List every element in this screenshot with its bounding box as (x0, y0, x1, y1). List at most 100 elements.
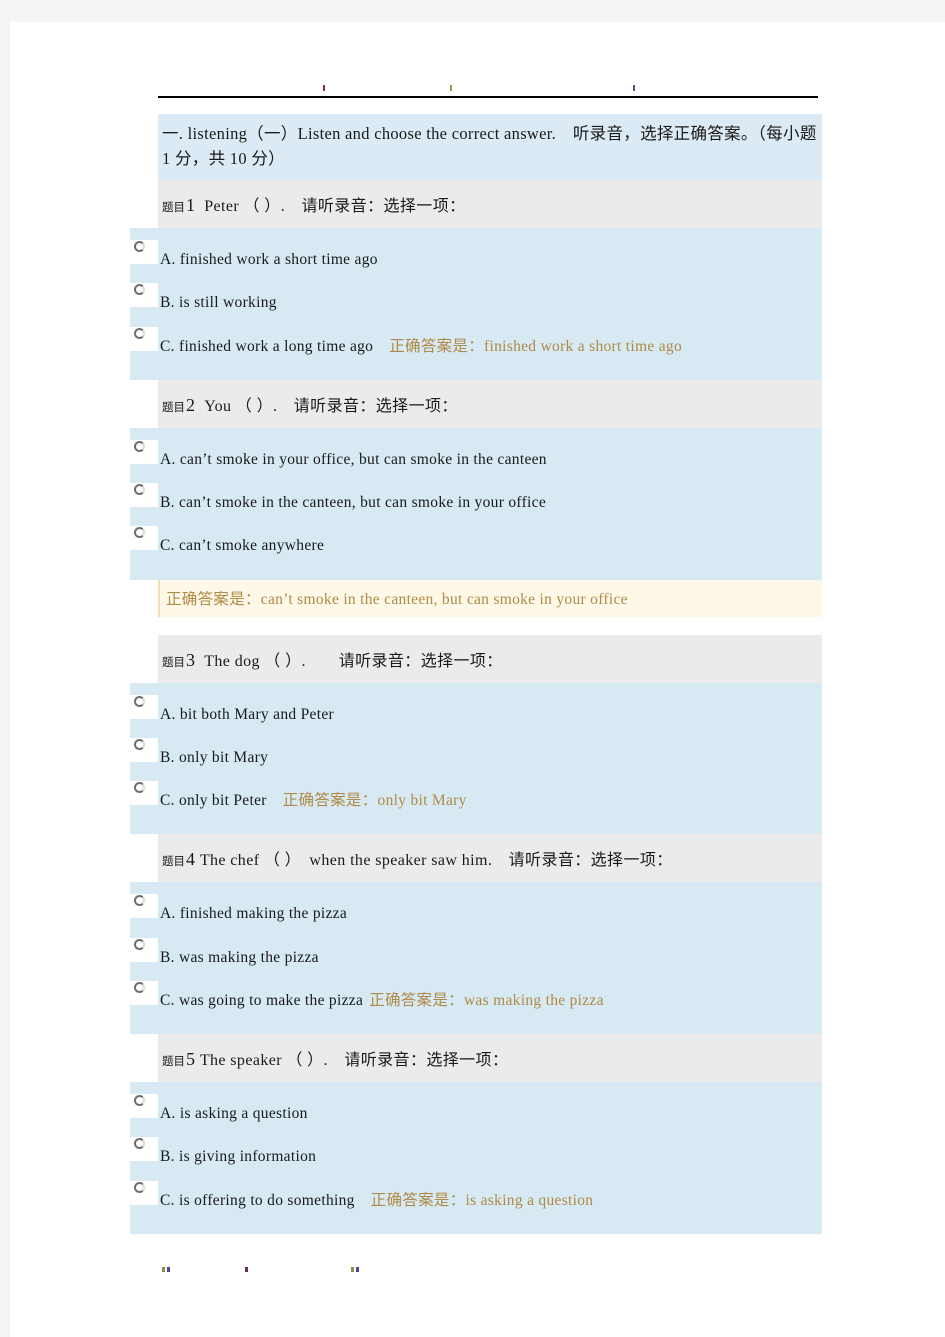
option-label: B. was making the pizza (160, 948, 319, 966)
radio-button[interactable] (130, 781, 158, 806)
question-header: 题目1 Peter （ ）. 请听录音：选择一项： (158, 180, 822, 229)
option-row[interactable]: A. is asking a question (130, 1092, 822, 1135)
radio-circle-icon (134, 981, 145, 993)
quiz-blocks: 一. listening（一）Listen and choose the cor… (115, 114, 925, 1234)
radio-circle-icon (134, 1095, 145, 1107)
question-number: 4 (186, 849, 196, 870)
option-row[interactable]: B. is giving information (130, 1135, 822, 1178)
scan-speck-icon (351, 1267, 354, 1272)
scan-speck-icon (245, 1267, 248, 1272)
document-content: 一. listening（一）Listen and choose the cor… (115, 72, 925, 1234)
option-group: A. can’t smoke in your office, but can s… (130, 427, 822, 580)
option-label: A. bit both Mary and Peter (160, 705, 334, 723)
radio-button[interactable] (130, 980, 158, 1005)
radio-circle-icon (134, 241, 145, 253)
option-row[interactable]: A. bit both Mary and Peter (130, 693, 822, 736)
radio-circle-icon (134, 284, 145, 296)
question-stem: The dog （ ）. 请听录音：选择一项： (204, 652, 503, 670)
option-row[interactable]: C. finished work a long time ago 正确答案是：fi… (130, 325, 822, 368)
option-label: C. was going to make the pizza (160, 991, 364, 1009)
question-label: 题目 (162, 856, 185, 869)
option-label: B. only bit Mary (160, 748, 269, 766)
radio-button[interactable] (130, 1094, 158, 1119)
option-row[interactable]: A. finished making the pizza (130, 892, 822, 935)
option-group: A. finished making the pizza B. was maki… (130, 882, 822, 1035)
question-header: 题目5 The speaker （ ）. 请听录音：选择一项： (158, 1034, 822, 1083)
question-stem: You （ ）. 请听录音：选择一项： (204, 397, 458, 415)
option-label: C. finished work a long time ago (160, 337, 374, 355)
option-group: A. bit both Mary and Peter B. only bit M… (130, 682, 822, 835)
correct-answer-note: 正确答案是：finished work a short time ago (389, 337, 682, 355)
question-number: 3 (186, 649, 196, 670)
radio-button[interactable] (130, 240, 158, 265)
question-label: 题目 (162, 401, 185, 414)
scan-speck-icon (356, 1267, 359, 1272)
option-label: C. is offering to do something (160, 1191, 355, 1209)
question-header: 题目4 The chef （ ） when the speaker saw hi… (158, 834, 822, 883)
option-label: B. is giving information (160, 1148, 317, 1166)
correct-answer-row: 正确答案是：can’t smoke in the canteen, but ca… (158, 579, 822, 617)
radio-circle-icon (134, 895, 145, 907)
option-row[interactable]: B. is still working (130, 281, 822, 324)
question-header: 题目2 You （ ）. 请听录音：选择一项： (158, 379, 822, 428)
option-row[interactable]: B. only bit Mary (130, 736, 822, 779)
correct-answer-note: 正确答案是：was making the pizza (369, 991, 604, 1009)
option-row[interactable]: C. was going to make the pizza 正确答案是：was … (130, 979, 822, 1022)
option-row[interactable]: A. finished work a short time ago (130, 238, 822, 281)
radio-button[interactable] (130, 737, 158, 762)
radio-circle-icon (134, 484, 145, 496)
radio-button[interactable] (130, 1180, 158, 1205)
option-group: A. is asking a question B. is giving inf… (130, 1082, 822, 1234)
scan-speck-icon (633, 85, 635, 91)
question-stem: Peter （ ）. 请听录音：选择一项： (204, 198, 466, 216)
radio-button[interactable] (130, 937, 158, 962)
radio-button[interactable] (130, 326, 158, 351)
option-label: C. can’t smoke anywhere (160, 537, 325, 555)
radio-circle-icon (134, 738, 145, 750)
radio-circle-icon (134, 1181, 145, 1193)
option-label: B. can’t smoke in the canteen, but can s… (160, 494, 547, 512)
question-label: 题目 (162, 1056, 185, 1069)
scan-speck-icon (323, 85, 325, 91)
correct-answer-note: 正确答案是：is asking a question (370, 1191, 594, 1209)
page-header-rule-area (158, 72, 818, 98)
question-header: 题目3 The dog （ ）. 请听录音：选择一项： (158, 634, 822, 683)
scan-speck-icon (167, 1267, 170, 1272)
radio-circle-icon (134, 440, 145, 452)
question-number: 5 (186, 1049, 196, 1070)
radio-circle-icon (134, 782, 145, 794)
correct-answer-note: 正确答案是：only bit Mary (282, 792, 467, 810)
option-row[interactable]: C. only bit Peter 正确答案是：only bit Mary (130, 779, 822, 822)
option-label: C. only bit Peter (160, 792, 267, 810)
radio-button[interactable] (130, 283, 158, 308)
question-stem: The speaker （ ）. 请听录音：选择一项： (199, 1052, 509, 1070)
document-page: 一. listening（一）Listen and choose the cor… (10, 22, 945, 1337)
option-label: B. is still working (160, 294, 277, 312)
section-title: 一. listening（一）Listen and choose the cor… (158, 114, 822, 181)
question-label: 题目 (162, 202, 185, 215)
option-row[interactable]: A. can’t smoke in your office, but can s… (130, 438, 822, 481)
header-divider (158, 96, 818, 98)
page-footer-artifacts (158, 1265, 359, 1275)
option-group: A. finished work a short time ago B. is … (130, 228, 822, 380)
option-row[interactable]: C. can’t smoke anywhere (130, 524, 822, 567)
radio-circle-icon (134, 327, 145, 339)
radio-button[interactable] (130, 439, 158, 464)
option-label: A. finished making the pizza (160, 905, 348, 923)
radio-circle-icon (134, 527, 145, 539)
option-label: A. finished work a short time ago (160, 251, 378, 269)
option-label: A. is asking a question (160, 1105, 308, 1123)
radio-button[interactable] (130, 483, 158, 508)
question-number: 2 (186, 394, 196, 415)
radio-button[interactable] (130, 526, 158, 551)
option-row[interactable]: B. was making the pizza (130, 936, 822, 979)
question-number: 1 (186, 195, 196, 216)
radio-button[interactable] (130, 1137, 158, 1162)
radio-circle-icon (134, 1138, 145, 1150)
scan-speck-icon (162, 1267, 165, 1272)
option-row[interactable]: C. is offering to do something 正确答案是：is a… (130, 1179, 822, 1222)
radio-button[interactable] (130, 694, 158, 719)
radio-button[interactable] (130, 894, 158, 919)
option-row[interactable]: B. can’t smoke in the canteen, but can s… (130, 481, 822, 524)
